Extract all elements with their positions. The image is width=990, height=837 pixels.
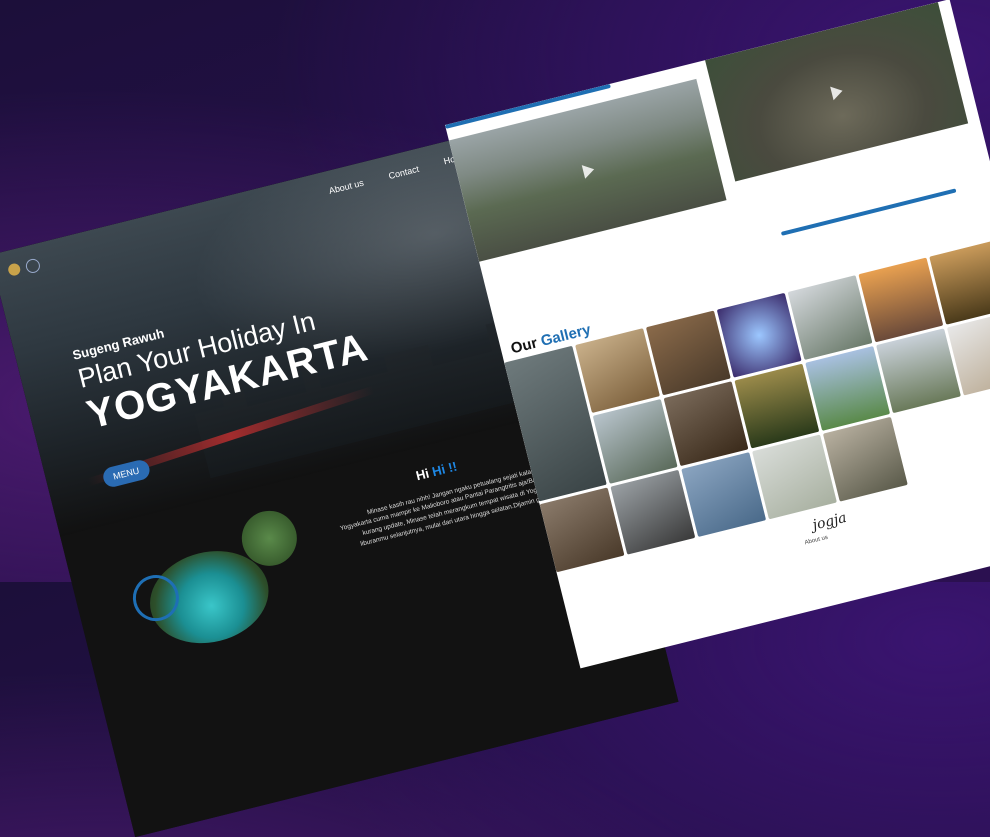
gallery-image[interactable] <box>681 452 767 537</box>
gallery-grid <box>504 237 990 573</box>
intro-heading: Hi Hi !! <box>414 459 458 484</box>
gallery-image[interactable] <box>592 398 678 484</box>
gallery-image[interactable] <box>822 416 908 502</box>
gallery-image[interactable] <box>610 469 696 555</box>
intro-heading-accent: Hi !! <box>430 458 459 480</box>
footer-logo[interactable]: jogja <box>811 510 848 534</box>
footer-about-link[interactable]: About us <box>804 535 828 547</box>
gallery-image[interactable] <box>663 381 749 467</box>
site-logo-icon <box>24 257 42 275</box>
gallery-image[interactable] <box>876 328 961 414</box>
divider-bar <box>780 188 957 236</box>
gallery-image[interactable] <box>787 275 873 361</box>
play-icon[interactable] <box>830 83 845 100</box>
gallery-image[interactable] <box>575 328 660 413</box>
crest-logo-icon <box>6 262 22 277</box>
gallery-image[interactable] <box>805 345 891 431</box>
play-icon[interactable] <box>581 162 596 179</box>
gallery-image[interactable] <box>716 292 802 378</box>
nav-contact[interactable]: Contact <box>387 163 420 180</box>
gallery-image[interactable] <box>858 257 944 343</box>
nav-about-us[interactable]: About us <box>328 177 365 195</box>
gallery-image[interactable] <box>752 434 837 520</box>
menu-button[interactable]: MENU <box>101 458 152 489</box>
gallery-image[interactable] <box>645 310 731 396</box>
gallery-image[interactable] <box>734 363 820 449</box>
intro-heading-prefix: Hi <box>414 465 431 484</box>
logo-group[interactable] <box>6 257 42 278</box>
